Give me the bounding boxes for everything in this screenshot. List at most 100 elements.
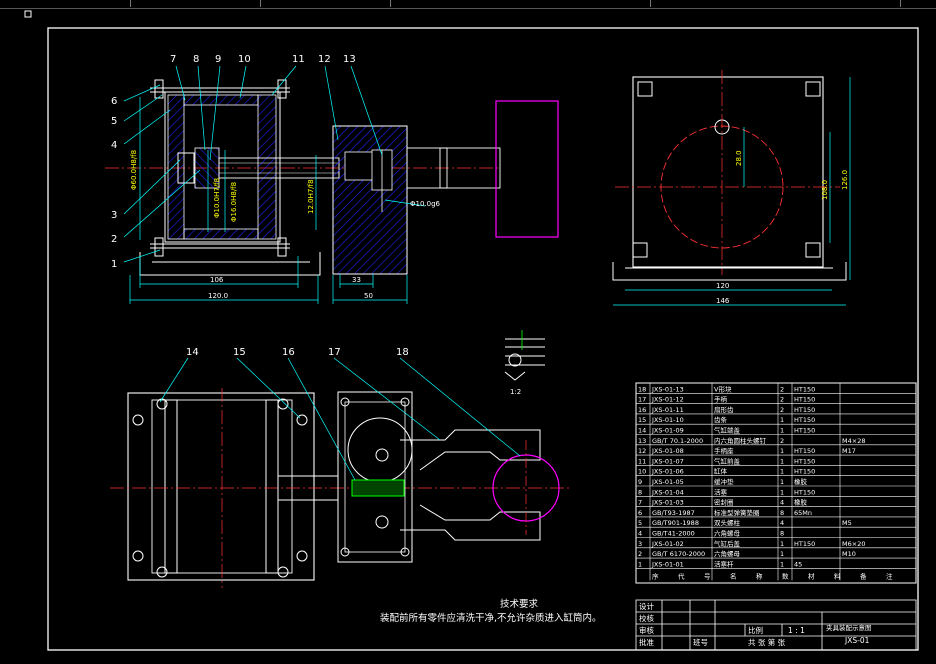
bom-code: JXS-01-03 bbox=[651, 499, 684, 507]
bom-qty: 1 bbox=[780, 478, 784, 486]
bom-no: 2 bbox=[638, 550, 642, 558]
bom-name: 双头螺柱 bbox=[714, 518, 741, 527]
bom-header-glyph: 号 bbox=[704, 572, 711, 580]
bom-name: 齿条 bbox=[714, 415, 728, 424]
bom-mat: HT150 bbox=[794, 488, 815, 496]
bom-mat: HT150 bbox=[794, 406, 815, 414]
bom-no: 5 bbox=[638, 519, 642, 527]
dim-phi10g6: Φ10.0g6 bbox=[410, 200, 441, 208]
bom-header-glyph: 数 bbox=[782, 571, 789, 580]
bom-code: JXS-01-12 bbox=[651, 396, 684, 404]
bom-no: 9 bbox=[638, 478, 642, 486]
bom-mat: 橡胶 bbox=[794, 477, 808, 486]
bom-code: JXS-01-04 bbox=[651, 488, 684, 496]
dim-126: 126.0 bbox=[841, 170, 849, 190]
bom-mat: HT150 bbox=[794, 447, 815, 455]
bom-name: V形块 bbox=[714, 384, 732, 393]
bom-qty: 1 bbox=[780, 468, 784, 476]
bom-qty: 4 bbox=[780, 519, 784, 527]
bom-no: 3 bbox=[638, 540, 642, 548]
label-10: 10 bbox=[238, 54, 251, 65]
bom-no: 8 bbox=[638, 488, 642, 496]
tb-approve: 批准 bbox=[639, 637, 654, 647]
bom-qty: 1 bbox=[780, 416, 784, 424]
bom-no: 1 bbox=[638, 560, 642, 568]
label-17: 17 bbox=[328, 347, 341, 358]
bom-note: M17 bbox=[842, 447, 856, 455]
bom-name: 手柄座 bbox=[714, 446, 734, 455]
bom-name: 活塞 bbox=[714, 487, 728, 496]
label-9: 9 bbox=[215, 54, 221, 65]
bom-qty: 1 bbox=[780, 560, 784, 568]
bom-name: 六角螺母 bbox=[714, 549, 741, 558]
detail-view: 1:2 bbox=[504, 330, 545, 396]
bom-header-glyph: 序 bbox=[652, 571, 659, 580]
bom-no: 16 bbox=[638, 406, 646, 414]
bom-code: JXS-01-06 bbox=[651, 468, 684, 476]
tech-notes-title: 技术要求 bbox=[500, 598, 539, 610]
dim-phi16h8: Φ16.0H8/f8 bbox=[230, 182, 238, 222]
bom-no: 4 bbox=[638, 530, 642, 538]
plan-view: 14 15 16 17 18 bbox=[110, 347, 570, 588]
bom-code: JXS-01-13 bbox=[651, 385, 684, 393]
tb-drawing-name: 夹具装配示意图 bbox=[826, 623, 872, 632]
bom-qty: 2 bbox=[780, 385, 784, 393]
bom-qty: 8 bbox=[780, 530, 784, 538]
detail-scale: 1:2 bbox=[510, 388, 521, 396]
bom-mat: HT150 bbox=[794, 396, 815, 404]
bom-no: 11 bbox=[638, 457, 646, 465]
dim-108: 108.0 bbox=[821, 180, 829, 200]
label-2: 2 bbox=[111, 234, 117, 245]
label-16: 16 bbox=[282, 347, 295, 358]
label-18: 18 bbox=[396, 347, 409, 358]
bom-mat: HT150 bbox=[794, 468, 815, 476]
cad-drawing-canvas[interactable]: 106 120.0 33 50 Φ10.0g6 Φ60.0H8/f8 Φ10.0… bbox=[0, 0, 936, 664]
bom-note: M6×20 bbox=[842, 540, 865, 548]
bom-header-glyph: 材 bbox=[808, 571, 815, 580]
bom-name: 密封圈 bbox=[714, 498, 734, 507]
bom-note: M10 bbox=[842, 550, 856, 558]
label-1: 1 bbox=[111, 259, 117, 270]
bom-qty: 1 bbox=[780, 447, 784, 455]
dim-phi60: Φ60.0H8/f8 bbox=[130, 150, 138, 190]
bom-no: 6 bbox=[638, 509, 642, 517]
label-5: 5 bbox=[111, 116, 117, 127]
tb-scale-value: 1 : 1 bbox=[788, 626, 805, 635]
tb-sheets: 共 张 第 张 bbox=[748, 637, 786, 647]
bom-header-glyph: 代 bbox=[678, 571, 685, 580]
bom-no: 15 bbox=[638, 416, 646, 424]
dim-120: 120.0 bbox=[208, 292, 228, 300]
bom-name: 手柄 bbox=[714, 395, 728, 404]
bom-code: JXS-01-10 bbox=[651, 416, 684, 424]
bom-name: 缸体 bbox=[714, 467, 728, 476]
bom-no: 12 bbox=[638, 447, 646, 455]
bom-mat: 橡胶 bbox=[794, 498, 808, 507]
bom-qty: 1 bbox=[780, 540, 784, 548]
bom-no: 13 bbox=[638, 437, 646, 445]
label-8: 8 bbox=[193, 54, 199, 65]
bom-no: 14 bbox=[638, 427, 646, 435]
bom-code: JXS-01-05 bbox=[651, 478, 684, 486]
bom-name: 六角螺母 bbox=[714, 529, 741, 538]
bom-code: GB/T93-1987 bbox=[652, 509, 695, 517]
dim-33: 33 bbox=[352, 276, 361, 284]
label-12: 12 bbox=[318, 54, 331, 65]
bom-note: M4×28 bbox=[842, 437, 865, 445]
bom-qty: 1 bbox=[780, 457, 784, 465]
label-4: 4 bbox=[111, 140, 117, 151]
bom-no: 18 bbox=[638, 385, 646, 393]
ucs-icon bbox=[24, 10, 32, 18]
dim-12h7: 12.0H7/f8 bbox=[307, 179, 315, 214]
bom-code: JXS-01-01 bbox=[651, 560, 684, 568]
bom-qty: 2 bbox=[780, 406, 784, 414]
bom-no: 17 bbox=[638, 396, 646, 404]
bom-table: 18 JXS-01-13 V形块 2 HT15017 JXS-01-12 手柄 2 HT1501… bbox=[635, 382, 917, 584]
dim-146: 146 bbox=[716, 297, 730, 305]
label-6: 6 bbox=[111, 96, 117, 107]
tb-scale-label: 比例 bbox=[748, 625, 763, 635]
front-section-view: 106 120.0 33 50 Φ10.0g6 Φ60.0H8/f8 Φ10.0… bbox=[105, 54, 559, 304]
bom-name: 活塞杆 bbox=[714, 559, 734, 568]
side-view: 120 146 28.0 108.0 126.0 bbox=[612, 70, 851, 306]
bom-name: 标准型弹簧垫圈 bbox=[714, 508, 760, 517]
dim-106: 106 bbox=[210, 276, 224, 284]
